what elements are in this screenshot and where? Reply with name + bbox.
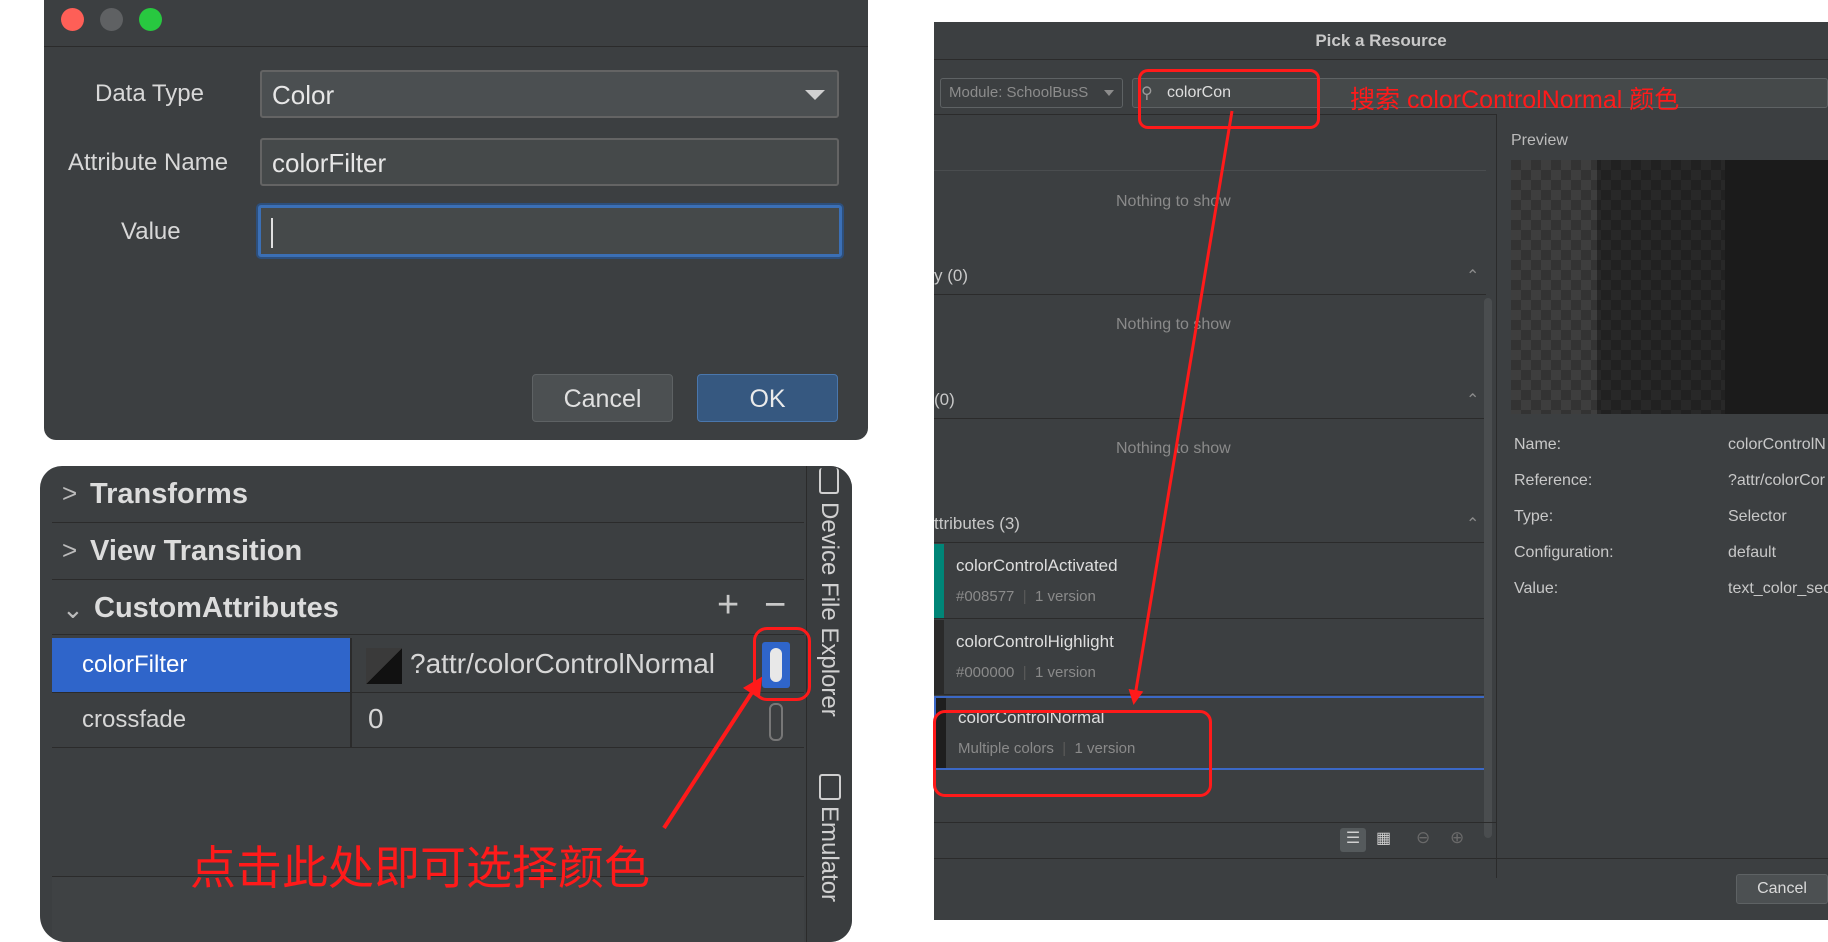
annotation-arrows: [662, 110, 1234, 830]
arrow-annotation-to-button: [662, 676, 763, 830]
arrow-search-to-item: [1128, 110, 1234, 705]
